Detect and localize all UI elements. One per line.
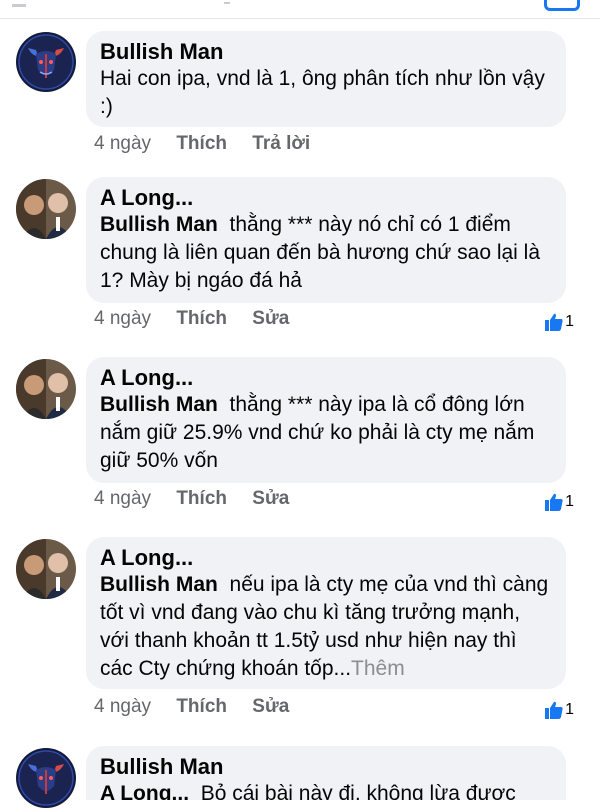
top-bar	[0, 0, 600, 19]
comment-text: Bullish Man thằng *** này ipa là cổ đông…	[100, 391, 552, 475]
comment-author[interactable]: A Long...	[100, 185, 552, 211]
comment-text: Hai con ipa, vnd là 1, ông phân tích như…	[100, 67, 545, 118]
thumbs-up-icon	[543, 311, 565, 333]
comment-text: Bullish Man nếu ipa là cty mẹ của vnd th…	[100, 571, 552, 683]
comment-time[interactable]: 4 ngày	[94, 308, 151, 329]
comment-text: Bullish Man thằng *** này nó chỉ có 1 đi…	[100, 211, 552, 295]
like-action[interactable]: Thích	[176, 133, 227, 154]
mention-tag[interactable]: Bullish Man	[100, 573, 218, 596]
reaction-count[interactable]: 1	[543, 697, 574, 723]
reaction-number: 1	[565, 493, 574, 510]
comment-author[interactable]: A Long...	[100, 545, 552, 571]
reaction-number: 1	[565, 313, 574, 330]
comment-meta: 4 ngày Thích Trả lời	[94, 131, 330, 157]
comment-body: Bỏ cái bài này đi, không lừa được	[200, 782, 516, 800]
comment-author[interactable]: Bullish Man	[100, 39, 552, 65]
comment-author[interactable]: Bullish Man	[100, 754, 552, 780]
send-button[interactable]	[544, 0, 580, 11]
comment-bubble[interactable]: A Long... Bullish Man thằng *** này ipa …	[86, 357, 566, 483]
comment-bubble[interactable]: A Long... Bullish Man nếu ipa là cty mẹ …	[86, 537, 566, 689]
like-action[interactable]: Thích	[176, 488, 227, 509]
comment-meta: 4 ngày Thích Sửa	[94, 306, 309, 332]
mention-tag[interactable]: Bullish Man	[100, 393, 218, 416]
avatar-bull[interactable]	[16, 32, 76, 92]
comment-bubble[interactable]: Bullish Man Hai con ipa, vnd là 1, ông p…	[86, 31, 566, 127]
comment-time[interactable]: 4 ngày	[94, 488, 151, 509]
see-more-link[interactable]: Thêm	[351, 657, 405, 680]
reply-action[interactable]: Trả lời	[252, 133, 310, 154]
like-action[interactable]: Thích	[176, 696, 227, 717]
comment-time[interactable]: 4 ngày	[94, 133, 151, 154]
reaction-number: 1	[565, 701, 574, 718]
mention-tag[interactable]: A Long...	[100, 782, 189, 800]
thumbs-up-icon	[543, 491, 565, 513]
comment-time[interactable]: 4 ngày	[94, 696, 151, 717]
title-fragment	[224, 0, 230, 4]
back-icon[interactable]	[12, 0, 26, 7]
comment-meta: 4 ngày Thích Sửa	[94, 694, 309, 720]
comment-bubble[interactable]: A Long... Bullish Man thằng *** này nó c…	[86, 177, 566, 303]
comment-author[interactable]: A Long...	[100, 365, 552, 391]
edit-action[interactable]: Sửa	[252, 308, 289, 329]
avatar-photo[interactable]	[16, 539, 76, 599]
edit-action[interactable]: Sửa	[252, 696, 289, 717]
comment-bubble[interactable]: Bullish Man A Long... Bỏ cái bài này đi,…	[86, 746, 566, 800]
comment-meta: 4 ngày Thích Sửa	[94, 486, 309, 512]
edit-action[interactable]: Sửa	[252, 488, 289, 509]
mention-tag[interactable]: Bullish Man	[100, 213, 218, 236]
comment-text: A Long... Bỏ cái bài này đi, không lừa đ…	[100, 780, 552, 800]
reaction-count[interactable]: 1	[543, 489, 574, 515]
like-action[interactable]: Thích	[176, 308, 227, 329]
avatar-photo[interactable]	[16, 179, 76, 239]
avatar-bull[interactable]	[16, 748, 76, 808]
avatar-photo[interactable]	[16, 359, 76, 419]
thumbs-up-icon	[543, 699, 565, 721]
reaction-count[interactable]: 1	[543, 309, 574, 335]
